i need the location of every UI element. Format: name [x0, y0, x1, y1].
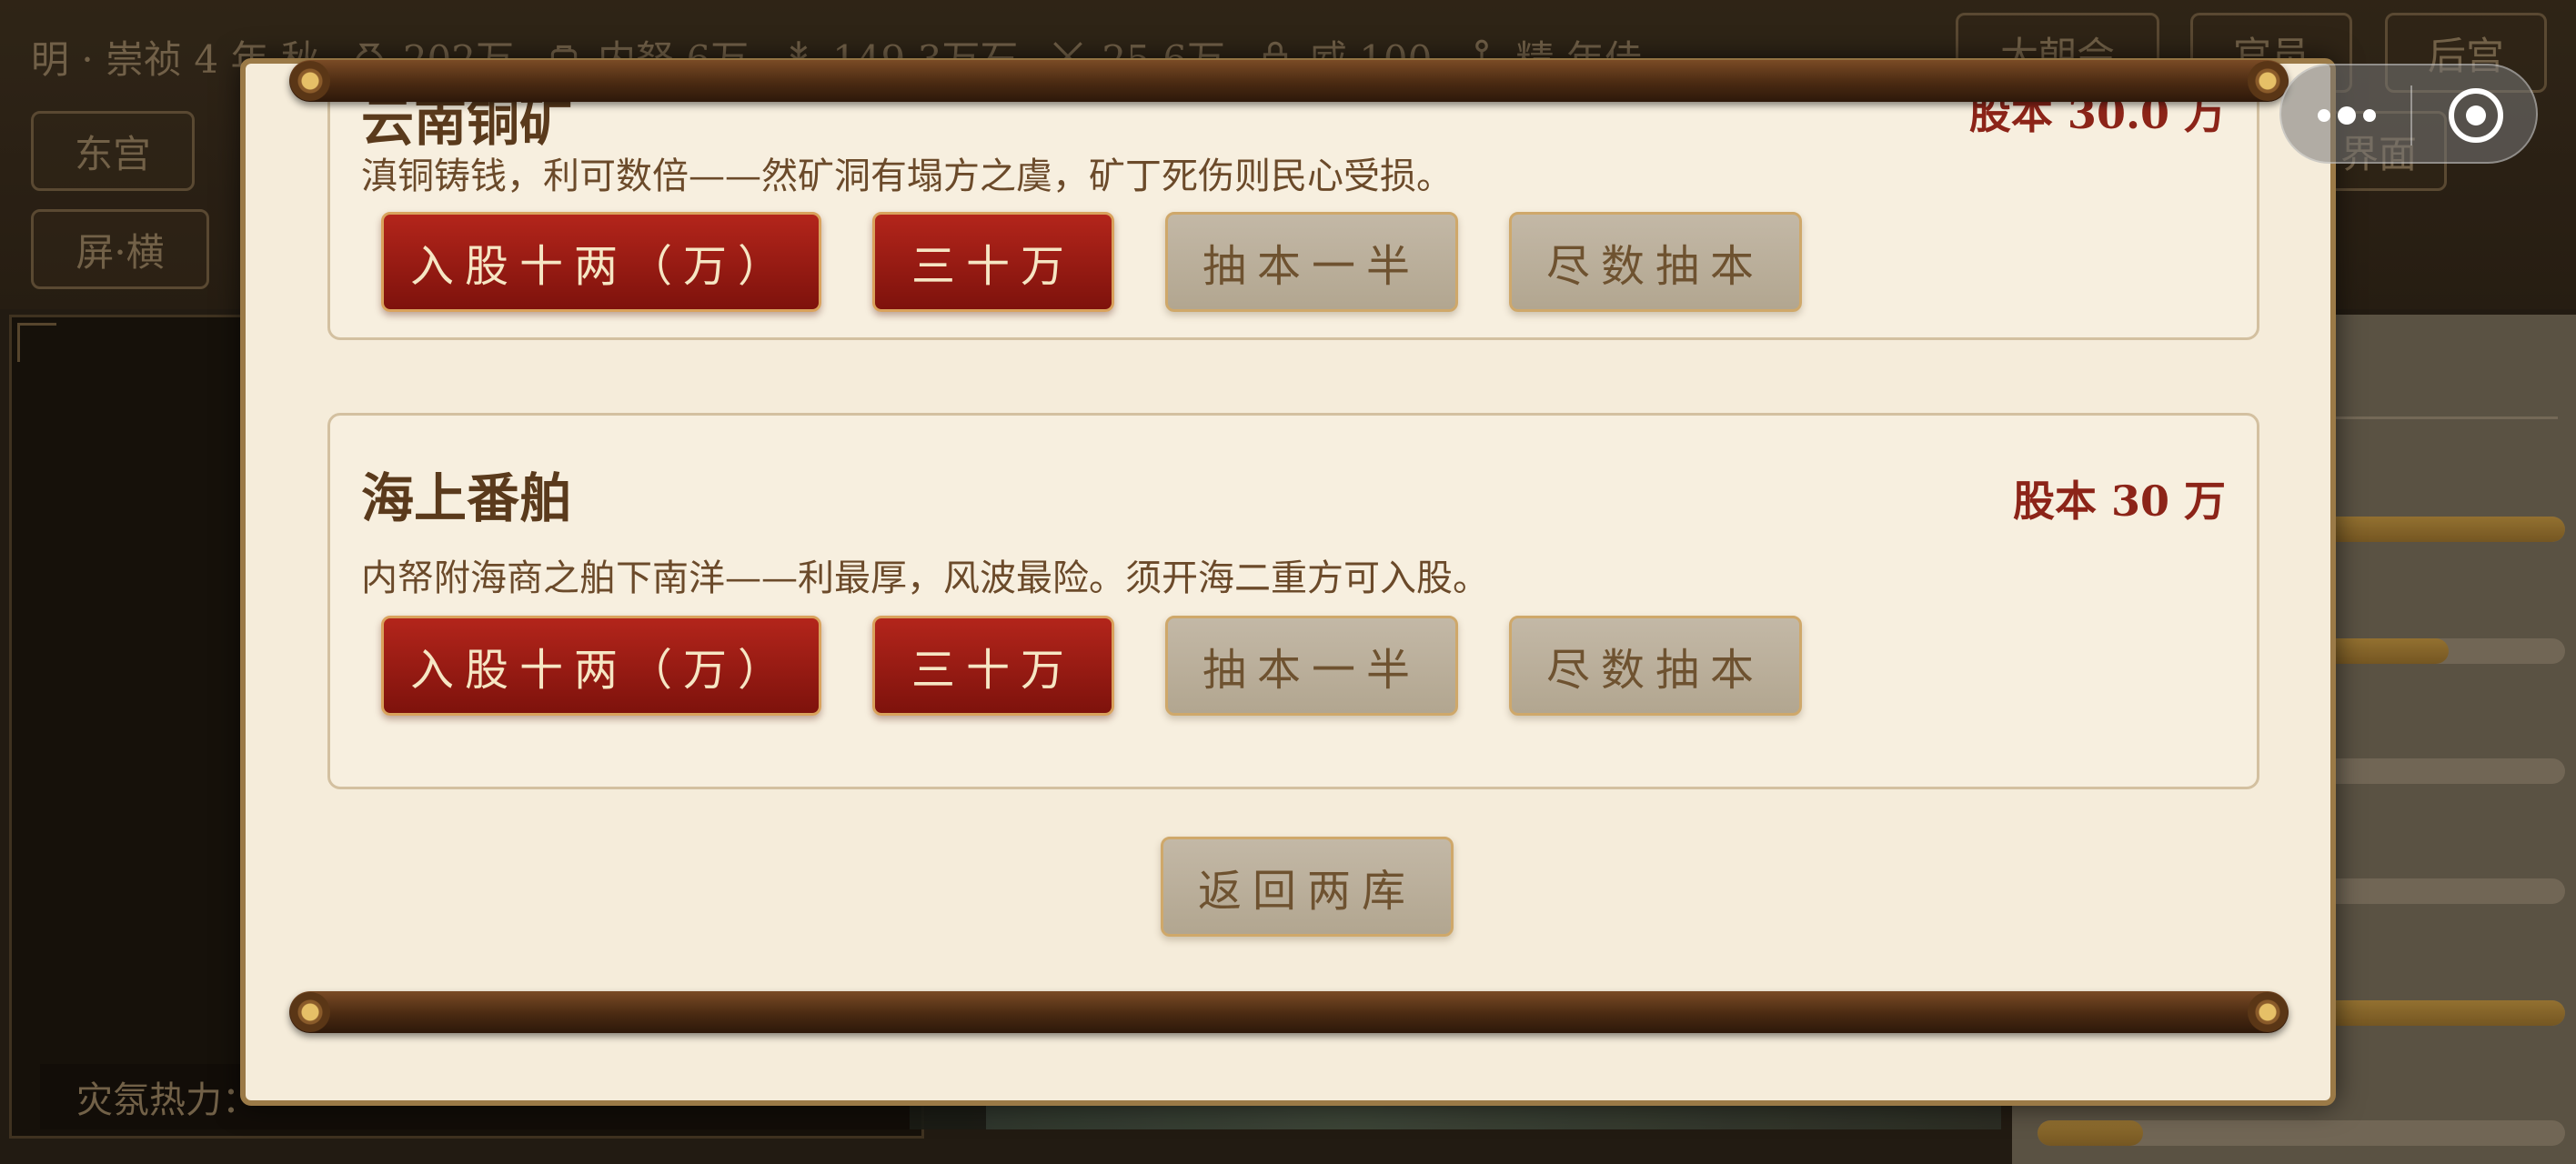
capsule-divider — [2410, 85, 2412, 146]
investment-dialog: 云南铜矿 股本 30.0 万 滇铜铸钱，利可数倍——然矿洞有塌方之虞，矿丁死伤则… — [240, 58, 2336, 1106]
more-options-icon[interactable] — [2318, 104, 2383, 125]
close-miniprogram-icon[interactable] — [2449, 88, 2503, 143]
invest-10-button[interactable]: 入股十两（万） — [381, 212, 821, 312]
card-description: 滇铜铸钱，利可数倍——然矿洞有塌方之虞，矿丁死伤则民心受损。 — [361, 156, 1453, 197]
card-title: 海上番舶 — [361, 467, 573, 529]
rod-knob — [290, 61, 330, 101]
scroll-rod-top — [289, 60, 2289, 102]
investment-card-sea-trade: 海上番舶 股本 30 万 内帑附海商之舶下南洋——利最厚，风波最险。须开海二重方… — [327, 413, 2259, 789]
withdraw-all-button[interactable]: 尽数抽本 — [1509, 212, 1802, 312]
invest-30-button[interactable]: 三十万 — [872, 616, 1114, 716]
withdraw-all-button[interactable]: 尽数抽本 — [1509, 616, 1802, 716]
invest-10-button[interactable]: 入股十两（万） — [381, 616, 821, 716]
rod-knob — [2248, 61, 2288, 101]
card-description: 内帑附海商之舶下南洋——利最厚，风波最险。须开海二重方可入股。 — [361, 557, 1489, 599]
invest-30-button[interactable]: 三十万 — [872, 212, 1114, 312]
card-stake: 股本 30 万 — [2012, 477, 2226, 526]
miniprogram-capsule — [2279, 64, 2538, 164]
withdraw-half-button[interactable]: 抽本一半 — [1165, 212, 1458, 312]
rod-knob — [2248, 992, 2288, 1032]
return-to-treasury-button[interactable]: 返回两库 — [1161, 837, 1454, 937]
rod-knob — [290, 992, 330, 1032]
scroll-rod-bottom — [289, 991, 2289, 1033]
withdraw-half-button[interactable]: 抽本一半 — [1165, 616, 1458, 716]
